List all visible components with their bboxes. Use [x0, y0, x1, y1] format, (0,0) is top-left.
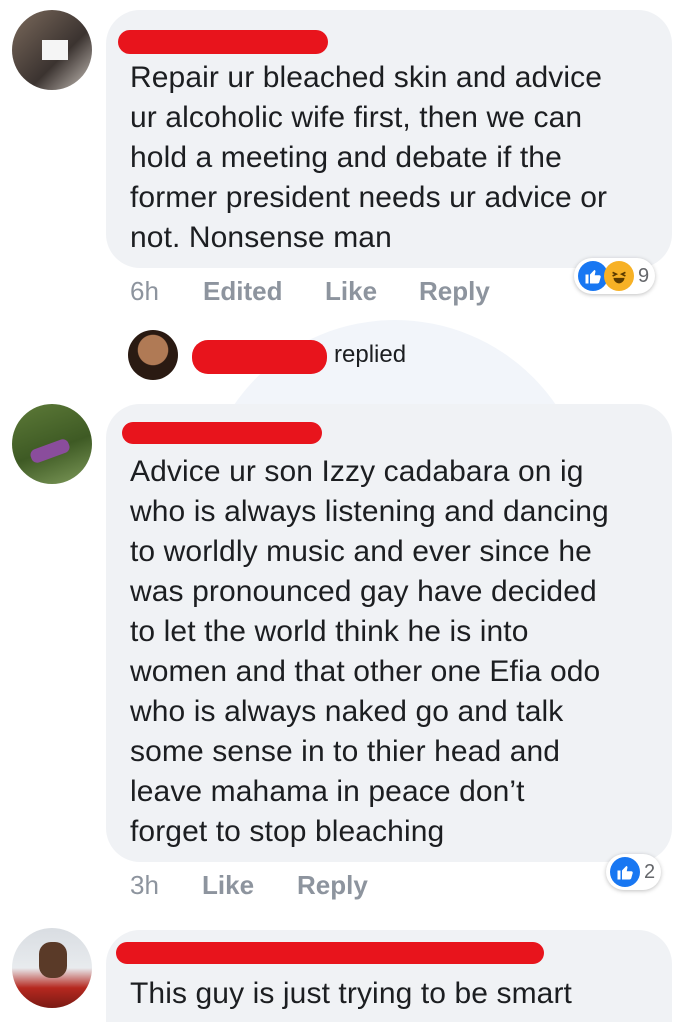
comment-timestamp: 6h — [130, 276, 159, 306]
edited-label[interactable]: Edited — [203, 276, 282, 307]
haha-icon — [604, 261, 634, 291]
reply-button[interactable]: Reply — [297, 870, 368, 901]
redacted-author-name — [122, 422, 322, 444]
like-button[interactable]: Like — [325, 276, 377, 307]
reply-button[interactable]: Reply — [419, 276, 490, 307]
like-button[interactable]: Like — [202, 870, 254, 901]
redacted-replier-name — [192, 340, 327, 374]
like-icon — [610, 857, 640, 887]
replied-label[interactable]: replied — [334, 341, 406, 369]
redacted-author-name — [118, 30, 328, 54]
redacted-author-name — [116, 942, 544, 964]
avatar[interactable] — [12, 404, 92, 484]
comment-text: Advice ur son Izzy cadabara on ig who is… — [130, 455, 609, 848]
comment-bubble: This guy is just trying to be smart — [106, 930, 672, 1022]
reaction-count: 9 — [638, 264, 650, 287]
comment-bubble: Advice ur son Izzy cadabara on ig who is… — [106, 404, 672, 862]
comment-text: This guy is just trying to be smart — [130, 977, 572, 1010]
reaction-count: 2 — [644, 860, 656, 883]
comment-text: Repair ur bleached skin and advice ur al… — [130, 61, 608, 254]
avatar[interactable] — [128, 330, 178, 380]
comment-timestamp: 3h — [130, 870, 159, 900]
avatar[interactable] — [12, 10, 92, 90]
reaction-summary[interactable]: 9 — [574, 258, 656, 294]
avatar[interactable] — [12, 928, 92, 1008]
comment-bubble: Repair ur bleached skin and advice ur al… — [106, 10, 672, 268]
reaction-summary[interactable]: 2 — [606, 854, 662, 890]
